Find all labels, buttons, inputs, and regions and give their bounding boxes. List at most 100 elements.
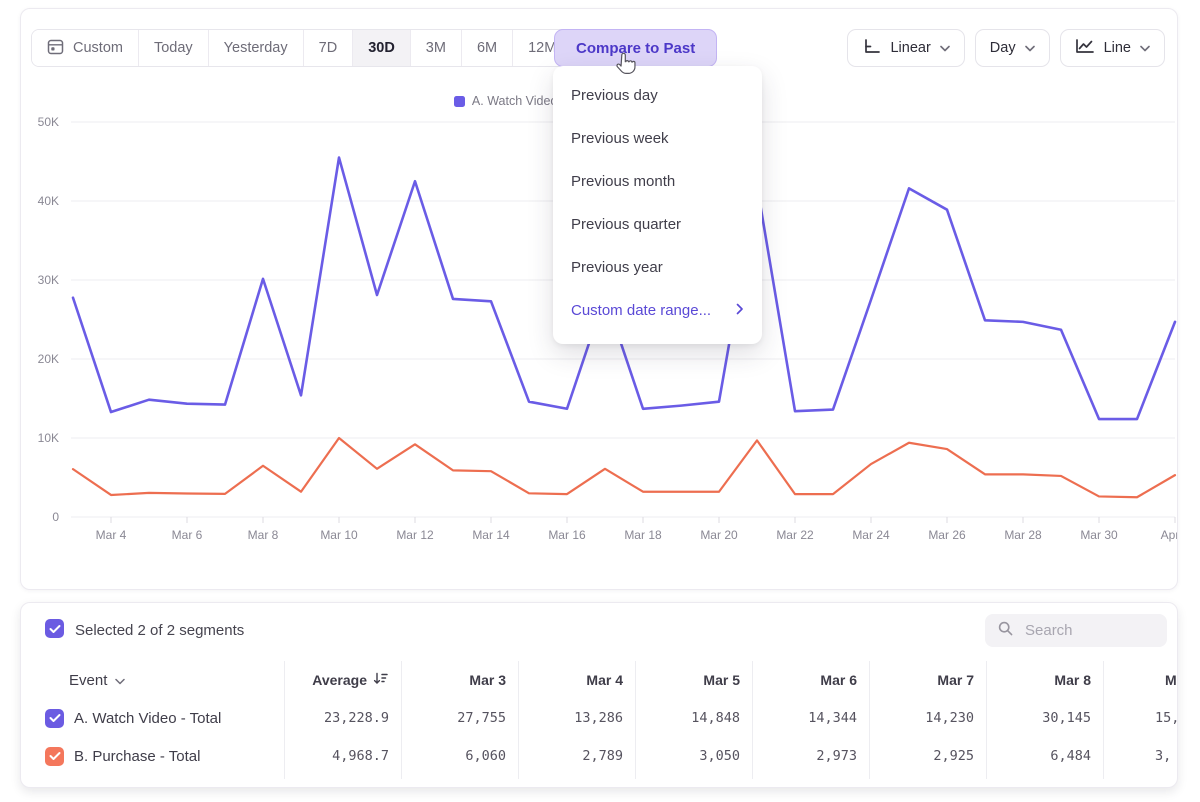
x-axis-label: Mar 8: [248, 528, 279, 542]
search-icon: [997, 620, 1014, 642]
value-cell: 2,925: [869, 748, 986, 764]
menu-item-previous-year[interactable]: Previous year: [553, 246, 762, 289]
chevron-right-icon: [736, 302, 744, 319]
date-range-yesterday[interactable]: Yesterday: [208, 30, 303, 66]
date-range-today[interactable]: Today: [138, 30, 208, 66]
chevron-down-icon: [1140, 40, 1150, 56]
value-cell: 14,344: [752, 710, 869, 726]
column-header-mar-7[interactable]: Mar 7: [869, 672, 986, 688]
value-cell: 3,050: [635, 748, 752, 764]
x-axis-label: Apr 1: [1161, 528, 1177, 542]
segments-card: Selected 2 of 2 segments Event Average Mar…: [20, 602, 1178, 788]
x-axis-label: Mar 28: [1004, 528, 1042, 542]
column-header-label: Average: [312, 672, 367, 688]
interval-label: Day: [990, 40, 1016, 56]
x-axis-label: Mar 10: [320, 528, 358, 542]
value-cell: 14,848: [635, 710, 752, 726]
chevron-down-icon: [115, 672, 125, 689]
date-range-selector: Custom Today Yesterday 7D 30D 3M 6M 12M: [31, 29, 572, 67]
value-cell: 2,789: [518, 748, 635, 764]
compare-to-past-menu: Previous day Previous week Previous month P…: [553, 66, 762, 344]
date-range-label: Today: [154, 40, 193, 56]
y-axis-label: 0: [52, 510, 59, 524]
x-axis-label: Mar 24: [852, 528, 890, 542]
segment-cell: A. Watch Video - Total: [21, 709, 284, 728]
x-axis-label: Mar 12: [396, 528, 434, 542]
column-header-mar-6[interactable]: Mar 6: [752, 672, 869, 688]
y-axis-label: 30K: [38, 273, 59, 287]
column-separator: [1103, 661, 1104, 779]
menu-item-label: Previous week: [571, 130, 669, 147]
menu-item-label: Previous year: [571, 259, 663, 276]
column-header-average[interactable]: Average: [284, 672, 401, 688]
x-axis-label: Mar 6: [172, 528, 203, 542]
value-cell: 30,145: [986, 710, 1103, 726]
x-axis-label: Mar 20: [700, 528, 738, 542]
segment-label: B. Purchase - Total: [74, 748, 200, 765]
value-cell: 6,484: [986, 748, 1103, 764]
value-cell: 3,: [1103, 748, 1178, 764]
column-separator: [869, 661, 870, 779]
y-axis-label: 50K: [38, 115, 59, 129]
date-range-label: 12M: [528, 40, 556, 56]
segment-checkbox[interactable]: [45, 709, 64, 728]
selected-summary: Selected 2 of 2 segments: [75, 622, 244, 639]
value-cell: 15,: [1103, 710, 1178, 726]
compare-to-past-button[interactable]: Compare to Past: [554, 29, 717, 67]
menu-item-label: Previous quarter: [571, 216, 681, 233]
value-cell: 2,973: [752, 748, 869, 764]
menu-item-previous-month[interactable]: Previous month: [553, 160, 762, 203]
column-header-label: Mar 5: [703, 672, 740, 688]
date-range-label: 6M: [477, 40, 497, 56]
date-range-label: 7D: [319, 40, 338, 56]
value-cell: 4,968.7: [284, 748, 401, 764]
select-all-checkbox[interactable]: [45, 619, 64, 638]
menu-item-label: Custom date range...: [571, 302, 711, 319]
x-axis-label: Mar 30: [1080, 528, 1118, 542]
menu-item-previous-week[interactable]: Previous week: [553, 117, 762, 160]
date-range-custom[interactable]: Custom: [32, 30, 138, 66]
chart-display-controls: Linear Day Line: [847, 29, 1165, 67]
column-header-m[interactable]: M: [1103, 672, 1178, 688]
column-separator: [986, 661, 987, 779]
value-cell: 23,228.9: [284, 710, 401, 726]
y-axis-label: 40K: [38, 194, 59, 208]
menu-item-previous-quarter[interactable]: Previous quarter: [553, 203, 762, 246]
column-header-label: Mar 8: [1054, 672, 1091, 688]
date-range-30d[interactable]: 30D: [352, 30, 410, 66]
scale-dropdown-button[interactable]: Linear: [847, 29, 964, 67]
date-range-label: 3M: [426, 40, 446, 56]
chevron-down-icon: [1025, 40, 1035, 56]
x-axis-label: Mar 4: [96, 528, 127, 542]
event-column-header[interactable]: Event: [21, 672, 284, 689]
table-row: B. Purchase - Total4,968.76,0602,7893,05…: [21, 737, 1177, 775]
column-header-label: Mar 3: [469, 672, 506, 688]
chart-type-dropdown-button[interactable]: Line: [1060, 29, 1165, 67]
interval-dropdown-button[interactable]: Day: [975, 29, 1050, 67]
date-range-7d[interactable]: 7D: [303, 30, 353, 66]
search-box[interactable]: [985, 614, 1167, 647]
value-cell: 13,286: [518, 710, 635, 726]
table-header-row: Event Average Mar 3 Mar 4 Mar 5 Mar 6 Mar 7 Mar…: [21, 661, 1177, 699]
search-input[interactable]: [1023, 621, 1148, 640]
column-header-mar-4[interactable]: Mar 4: [518, 672, 635, 688]
menu-item-previous-day[interactable]: Previous day: [553, 74, 762, 117]
segment-checkbox[interactable]: [45, 747, 64, 766]
column-header-label: Mar 7: [937, 672, 974, 688]
calendar-icon: [47, 38, 64, 59]
column-header-mar-5[interactable]: Mar 5: [635, 672, 752, 688]
column-header-label: Mar 4: [586, 672, 623, 688]
date-range-label: Custom: [73, 40, 123, 56]
column-separator: [284, 661, 285, 779]
menu-item-custom-date-range[interactable]: Custom date range...: [553, 289, 762, 332]
x-axis-label: Mar 16: [548, 528, 586, 542]
date-range-3m[interactable]: 3M: [410, 30, 461, 66]
segments-table: Event Average Mar 3 Mar 4 Mar 5 Mar 6 Mar 7 Mar…: [21, 661, 1177, 775]
chart-type-label: Line: [1104, 40, 1131, 56]
y-axis-label: 10K: [38, 431, 59, 445]
column-header-mar-3[interactable]: Mar 3: [401, 672, 518, 688]
date-range-6m[interactable]: 6M: [461, 30, 512, 66]
column-separator: [752, 661, 753, 779]
column-separator: [518, 661, 519, 779]
column-header-mar-8[interactable]: Mar 8: [986, 672, 1103, 688]
